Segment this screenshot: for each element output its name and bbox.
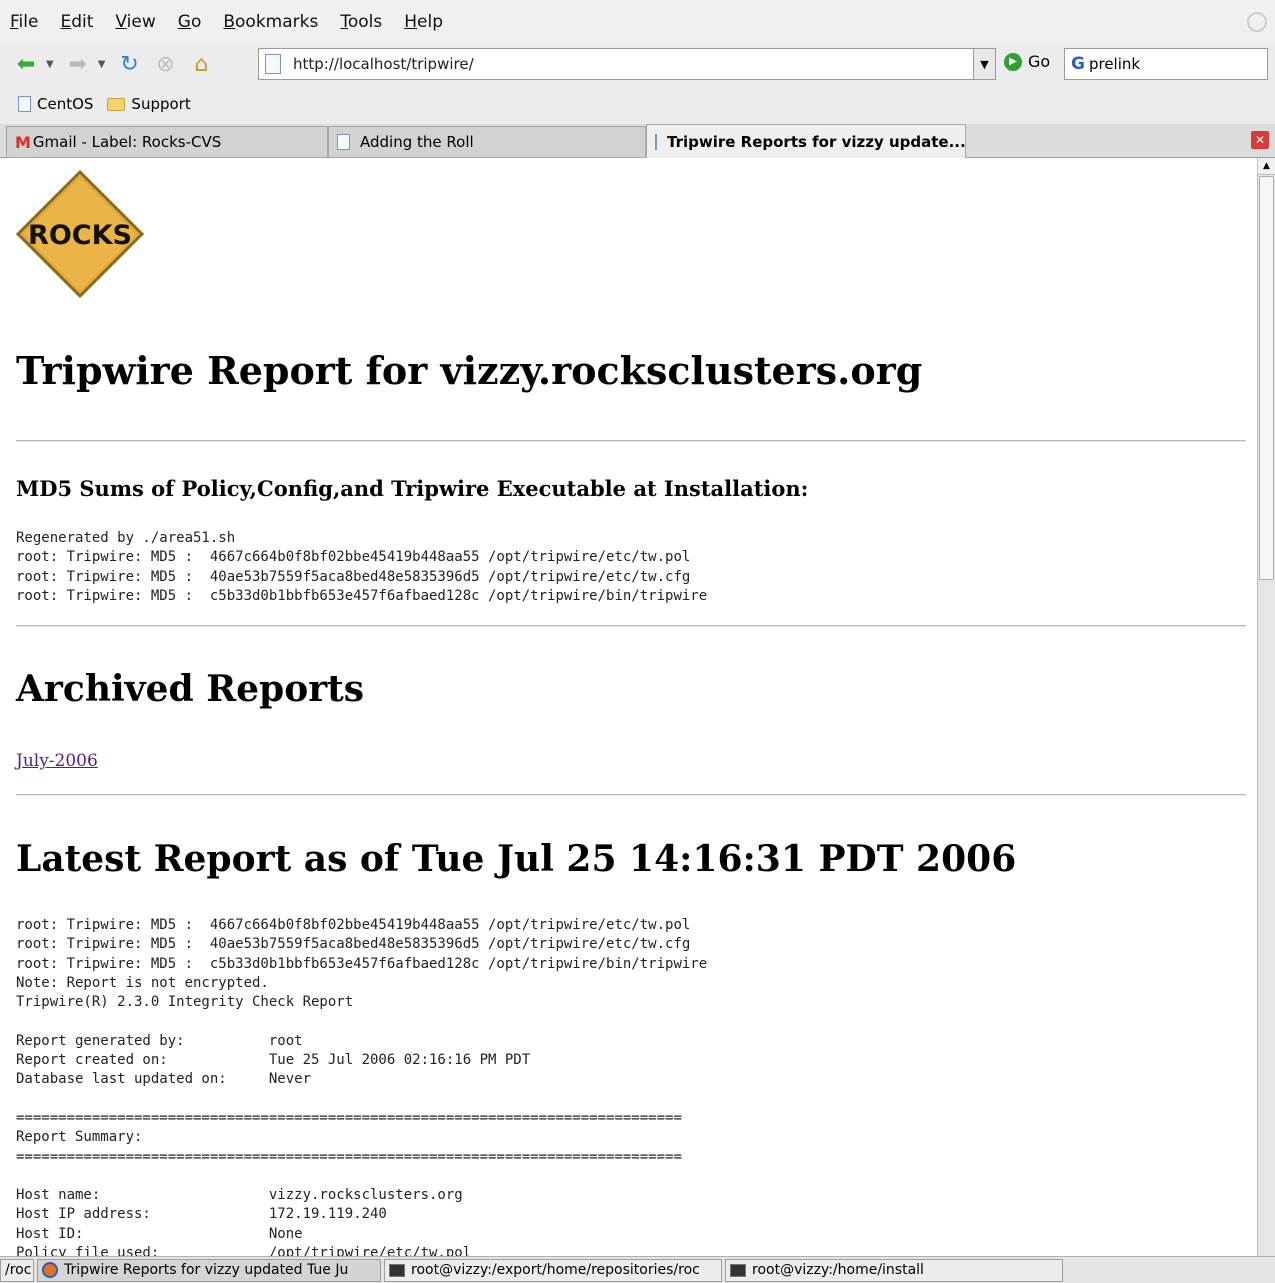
latest-report-heading: Latest Report as of Tue Jul 25 14:16:31 … (16, 838, 1017, 880)
bookmark-centos[interactable]: CentOS (18, 95, 93, 113)
navigation-toolbar: ⬅ ▼ ➡ ▼ ↻ ⊗ ⌂ ▼ ▶ Go G (0, 44, 1275, 84)
page-title: Tripwire Report for vizzy.rocksclusters.… (16, 348, 923, 393)
archived-reports-heading: Archived Reports (16, 668, 365, 710)
forward-icon[interactable]: ➡ (62, 48, 94, 80)
bookmark-label: CentOS (37, 95, 94, 113)
bookmark-label: Support (131, 95, 191, 113)
bookmark-support-folder[interactable]: Support (107, 95, 191, 113)
divider (16, 625, 1246, 627)
tab-gmail[interactable]: M Gmail - Label: Rocks-CVS (6, 126, 328, 158)
tab-label: Tripwire Reports for vizzy update... (667, 132, 966, 151)
go-arrow-icon: ▶ (1004, 52, 1022, 71)
taskbar-item-partial[interactable]: /roc (0, 1258, 34, 1282)
taskbar-label: root@vizzy:/home/install (752, 1262, 924, 1278)
tab-adding-the-roll[interactable]: Adding the Roll (328, 126, 646, 158)
tab-label: Adding the Roll (360, 133, 474, 151)
md5-sums-block: Regenerated by ./area51.sh root: Tripwir… (16, 530, 708, 604)
back-dropdown-icon[interactable]: ▼ (46, 59, 54, 70)
taskbar-item-terminal-repositories[interactable]: root@vizzy:/export/home/repositories/roc (384, 1258, 722, 1282)
tab-bar: M Gmail - Label: Rocks-CVS Adding the Ro… (0, 124, 1275, 158)
gmail-icon: M (15, 132, 31, 152)
close-tab-icon[interactable]: ✕ (1251, 131, 1269, 149)
logo-text: ROCKS (28, 220, 132, 251)
page-icon (337, 134, 350, 150)
page-content: ROCKS Tripwire Report for vizzy.rocksclu… (0, 158, 1257, 1256)
taskbar: /roc Tripwire Reports for vizzy updated … (0, 1256, 1275, 1283)
reload-icon[interactable]: ↻ (113, 48, 145, 80)
google-icon[interactable]: G (1071, 54, 1085, 74)
menu-edit[interactable]: Edit (60, 12, 93, 32)
page-icon (18, 96, 31, 112)
taskbar-label: root@vizzy:/export/home/repositories/roc (411, 1262, 700, 1278)
taskbar-label: Tripwire Reports for vizzy updated Tue J… (64, 1262, 349, 1278)
latest-report-block: root: Tripwire: MD5 : 4667c664b0f8bf02bb… (16, 917, 708, 1256)
menu-go[interactable]: Go (178, 12, 202, 32)
search-input[interactable] (1088, 55, 1239, 73)
page-icon (655, 133, 657, 150)
menu-file[interactable]: File (10, 12, 38, 32)
firefox-icon (42, 1262, 58, 1278)
scroll-up-icon[interactable]: ▲ (1258, 158, 1275, 175)
tab-label: Gmail - Label: Rocks-CVS (32, 133, 222, 151)
url-dropdown-icon[interactable]: ▼ (973, 49, 995, 79)
throbber-icon (1247, 12, 1267, 32)
page-icon (265, 54, 281, 74)
stop-icon[interactable]: ⊗ (149, 48, 181, 80)
home-icon[interactable]: ⌂ (185, 48, 217, 80)
taskbar-item-firefox[interactable]: Tripwire Reports for vizzy updated Tue J… (37, 1258, 381, 1282)
menu-view[interactable]: View (115, 12, 155, 32)
md5-heading: MD5 Sums of Policy,Config,and Tripwire E… (16, 476, 809, 501)
divider (16, 440, 1246, 442)
search-bar: G (1064, 48, 1268, 80)
vertical-scrollbar[interactable]: ▲ (1257, 158, 1275, 1256)
bookmarks-toolbar: CentOS Support (0, 84, 1275, 124)
divider (16, 794, 1246, 796)
back-icon[interactable]: ⬅ (10, 48, 42, 80)
forward-dropdown-icon[interactable]: ▼ (98, 59, 106, 70)
terminal-icon (389, 1263, 405, 1277)
go-button[interactable]: ▶ Go (1004, 52, 1050, 71)
menu-bookmarks[interactable]: Bookmarks (223, 12, 318, 32)
tab-tripwire-reports[interactable]: Tripwire Reports for vizzy update... (646, 124, 966, 158)
rocks-logo: ROCKS (16, 170, 144, 298)
taskbar-item-terminal-install[interactable]: root@vizzy:/home/install (725, 1258, 1063, 1282)
menu-bar: File Edit View Go Bookmarks Tools Help (0, 0, 1275, 44)
menu-help[interactable]: Help (404, 12, 443, 32)
url-bar: ▼ (258, 48, 996, 80)
url-input[interactable] (293, 55, 973, 73)
archive-link-july-2006[interactable]: July-2006 (16, 751, 98, 771)
go-label: Go (1028, 52, 1051, 71)
taskbar-label: /roc (5, 1262, 32, 1278)
menu-tools[interactable]: Tools (340, 12, 382, 32)
folder-icon (107, 97, 126, 111)
terminal-icon (730, 1263, 746, 1277)
scrollbar-thumb[interactable] (1259, 176, 1274, 580)
